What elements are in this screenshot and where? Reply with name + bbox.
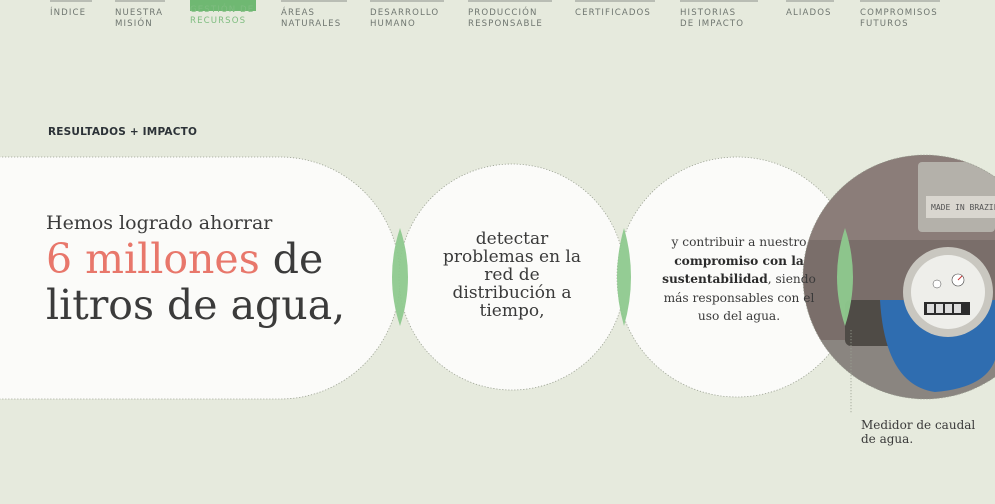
intro-lead: Hemos logrado ahorrar (46, 212, 273, 234)
bubble-2-text: detectar problemas en la red de distribu… (443, 229, 581, 321)
bubble-1-text: Hemos logrado ahorrar 6 millones de litr… (46, 212, 345, 328)
photo-caption: Medidor de caudal de agua. (861, 418, 976, 446)
intro-after-highlight: de (259, 235, 324, 283)
bubble-3-text: y contribuir a nuestro compromiso con la… (655, 233, 823, 326)
bubble-3-before: y contribuir a nuestro (671, 235, 807, 249)
water-meter-photo: MADE IN BRAZIL (803, 155, 995, 399)
intro-line-2: litros de agua, (46, 281, 346, 329)
intro-highlight: 6 millones (46, 235, 260, 283)
svg-text:MADE IN BRAZIL: MADE IN BRAZIL (931, 203, 995, 212)
intro-headline: 6 millones de (46, 236, 345, 282)
